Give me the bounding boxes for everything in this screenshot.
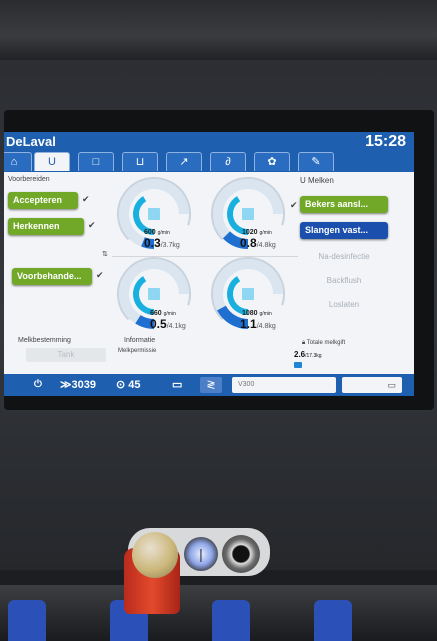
hoses-fixed-button[interactable]: Slangen vast...: [300, 222, 388, 239]
backflush-button[interactable]: Backflush: [300, 274, 388, 288]
tab-tray[interactable]: ⊔: [122, 152, 158, 171]
machine-top-frame: [0, 0, 437, 60]
tab-flow[interactable]: ↗: [166, 152, 202, 171]
tab-service[interactable]: ✎: [298, 152, 334, 171]
milking-section-title: U Melken: [300, 176, 334, 185]
prepare-section-title: Voorbereiden: [8, 176, 50, 183]
gauge-1-center: [148, 208, 160, 220]
milk-permission-label: Melkpermissie: [118, 348, 157, 354]
tab-box[interactable]: □: [78, 152, 114, 171]
post-dip-button[interactable]: Na-desinfectie: [300, 250, 388, 264]
milk-destination-label: Melkbestemming: [18, 337, 71, 344]
milk-hose: [212, 600, 250, 641]
milk-hose: [314, 600, 352, 641]
wrench-icon: ✎: [311, 156, 321, 168]
status-field[interactable]: V300: [232, 377, 336, 393]
check-icon: ✔: [88, 220, 96, 230]
tray-icon: ⊔: [135, 156, 145, 168]
secondary-button[interactable]: [222, 535, 260, 573]
power-icon[interactable]: ⏻: [34, 377, 42, 393]
home-icon: ⌂: [10, 156, 18, 168]
check-icon: ✔: [96, 270, 104, 280]
status-field-2[interactable]: ▭: [342, 377, 402, 393]
clock: 15:28: [365, 133, 406, 150]
cow-icon: ∂: [225, 156, 231, 168]
touchscreen: DeLaval 15:28 ⌂ U □ ⊔ ↗ ∂ ✿ ✎ Voorbereid…: [4, 132, 414, 396]
flow-icon: ≫: [60, 379, 72, 391]
accept-button[interactable]: Accepteren: [8, 192, 78, 209]
status-bar: ⏻ ≫3039 ⊙ 45 ▭ ≷ V300 ▭: [4, 374, 414, 396]
gauge-4-yield: 1.1/4.8kg: [240, 317, 276, 331]
emergency-stop-button[interactable]: [132, 532, 178, 578]
gauge-3-center: [148, 288, 160, 300]
pretreat-button[interactable]: Voorbehande...: [12, 268, 92, 285]
gauge-2-rate: 1020 g/min: [242, 229, 272, 236]
tab-milking[interactable]: U: [34, 152, 70, 171]
tab-home[interactable]: ⌂: [4, 152, 32, 171]
flow-icon: ↗: [179, 156, 189, 168]
box-icon: □: [92, 156, 100, 168]
recognize-button[interactable]: Herkennen: [8, 218, 84, 235]
cow-count: ≫3039: [60, 379, 96, 391]
teat-cup-icon: U: [48, 156, 56, 168]
info-label: Informatie: [124, 337, 156, 344]
timer: ⊙ 45: [116, 379, 141, 391]
total-yield-bar: [294, 362, 302, 368]
gauge-1-yield: 0.3/3.7kg: [144, 236, 180, 250]
divider: [112, 256, 298, 257]
check-icon: ✔: [82, 194, 90, 204]
message-icon[interactable]: ▭: [172, 377, 182, 393]
gauge-4-rate: 1080 g/min: [242, 310, 272, 317]
brand-logo: DeLaval: [6, 134, 56, 149]
gauge-2-center: [242, 208, 254, 220]
gauge-2-yield: 0.8/4.8kg: [240, 236, 276, 250]
teat-gauges: [117, 177, 285, 329]
gear-icon: ✿: [267, 156, 277, 168]
power-icon: |: [199, 546, 203, 562]
tab-strip: ⌂ U □ ⊔ ↗ ∂ ✿ ✎: [4, 150, 414, 172]
gauge-4-center: [242, 288, 254, 300]
gauge-3-yield: 0.5/4.1kg: [150, 317, 186, 331]
gauge-1-rate: 600 g/min: [144, 229, 170, 236]
total-yield-label: 🔒︎ Totale melkgift: [302, 340, 346, 346]
check-icon: ✔: [290, 200, 298, 210]
total-yield-value: 2.6/17.3kg: [294, 350, 322, 359]
flow-toggle-button[interactable]: ≷: [200, 377, 222, 393]
tab-cow[interactable]: ∂: [210, 152, 246, 171]
release-button[interactable]: Loslaten: [300, 298, 388, 312]
milk-hose: [8, 600, 46, 641]
tank-button[interactable]: Tank: [26, 348, 106, 362]
teat-cup-icon: U: [300, 176, 308, 185]
tab-settings[interactable]: ✿: [254, 152, 290, 171]
sort-icon: ⇅: [102, 251, 108, 258]
attach-cups-button[interactable]: Bekers aansl...: [300, 196, 388, 213]
gauge-3-rate: 660 g/min: [150, 310, 176, 317]
clock-icon: ⊙: [116, 379, 129, 391]
